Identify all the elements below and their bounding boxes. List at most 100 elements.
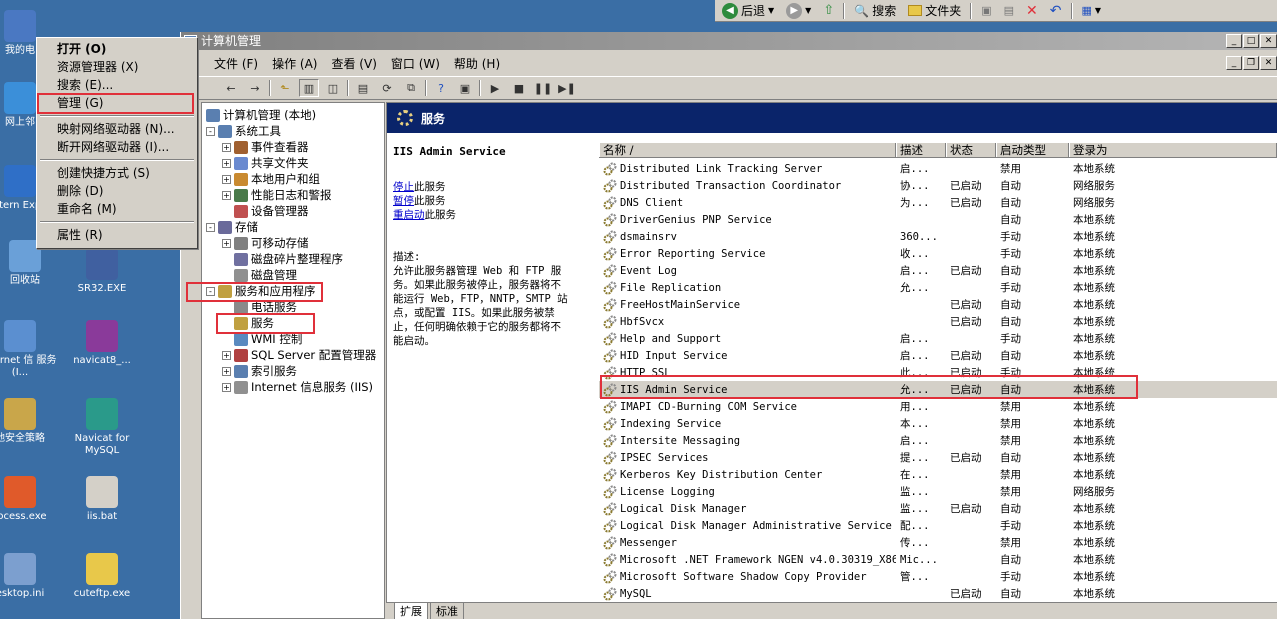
table-row[interactable]: DNS Client 为... 已启动 自动 网络服务 — [599, 194, 1277, 211]
context-menu-item[interactable]: 属性 (R) — [39, 226, 195, 244]
back-button[interactable]: ← — [221, 79, 241, 97]
table-row[interactable]: File Replication 允... 手动 本地系统 — [599, 279, 1277, 296]
table-row[interactable]: Intersite Messaging 启... 禁用 本地系统 — [599, 432, 1277, 449]
table-row[interactable]: Event Log 启... 已启动 自动 本地系统 — [599, 262, 1277, 279]
desktop-icon[interactable]: SR32.EXE — [62, 248, 142, 295]
expand-icon[interactable]: + — [222, 142, 231, 152]
table-row[interactable]: HID Input Service 启... 已启动 自动 本地系统 — [599, 347, 1277, 364]
views-button[interactable]: ▦ ▼ — [1079, 2, 1105, 20]
table-row[interactable]: HbfSvcx 已启动 自动 本地系统 — [599, 313, 1277, 330]
table-row[interactable]: Distributed Link Tracking Server 启... 禁用 本地… — [599, 160, 1277, 177]
tree-node[interactable]: - 存储 — [206, 219, 258, 235]
copy-to-button[interactable]: ▤ — [1001, 2, 1017, 20]
context-menu-item[interactable]: 搜索 (E)... — [39, 76, 195, 94]
desktop-icon[interactable]: esktop.ini — [0, 553, 60, 600]
table-row[interactable]: DriverGenius PNP Service 自动 本地系统 — [599, 211, 1277, 228]
expand-icon[interactable]: + — [222, 174, 231, 184]
help-button[interactable]: ? — [431, 79, 451, 97]
properties-button[interactable]: ◫ — [323, 79, 343, 97]
expand-icon[interactable]: + — [222, 382, 231, 392]
child-close-button[interactable]: ✕ — [1260, 56, 1277, 70]
forward-button[interactable]: → — [245, 79, 265, 97]
context-menu-item[interactable]: 映射网络驱动器 (N)... — [39, 120, 195, 138]
minimize-button[interactable]: _ — [1226, 34, 1242, 48]
context-menu-item[interactable]: 重命名 (M) — [39, 200, 195, 218]
tree-node[interactable]: + 索引服务 — [222, 363, 297, 379]
close-button[interactable]: ✕ — [1260, 34, 1277, 48]
table-row[interactable]: Indexing Service 本... 禁用 本地系统 — [599, 415, 1277, 432]
pause-service-link[interactable]: 暂停 — [393, 195, 414, 207]
folders-button[interactable]: 文件夹 — [905, 2, 964, 20]
child-restore-button[interactable]: ❐ — [1243, 56, 1259, 70]
context-menu-item[interactable]: 打开 (O) — [39, 40, 195, 58]
desktop-icon[interactable]: cuteftp.exe — [62, 553, 142, 600]
move-to-button[interactable]: ▣ — [978, 2, 994, 20]
start-service-button[interactable]: ▶ — [485, 79, 505, 97]
expand-icon[interactable]: + — [222, 190, 231, 200]
menu-window[interactable]: 窗口 (W) — [384, 55, 447, 72]
tree-node[interactable]: + 共享文件夹 — [222, 155, 309, 171]
back-button[interactable]: ◀ 后退 ▼ — [719, 2, 777, 20]
menu-file[interactable]: 文件 (F) — [207, 55, 265, 72]
forward-button[interactable]: ▶ ▼ — [783, 2, 814, 20]
desktop-icon[interactable]: nternet 信 服务 (I... — [0, 320, 60, 379]
column-name[interactable]: 名称 / — [599, 143, 896, 157]
menu-help[interactable]: 帮助 (H) — [447, 55, 507, 72]
pause-service-button[interactable]: ❚❚ — [533, 79, 553, 97]
desktop-icon[interactable]: 地安全策略 — [0, 398, 60, 445]
tree-node[interactable]: 磁盘管理 — [222, 267, 297, 283]
tab-standard[interactable]: 标准 — [430, 602, 464, 619]
table-row[interactable]: Error Reporting Service 收... 手动 本地系统 — [599, 245, 1277, 262]
desktop-icon[interactable]: iis.bat — [62, 476, 142, 523]
context-menu-item[interactable]: 资源管理器 (X) — [39, 58, 195, 76]
expand-icon[interactable]: + — [222, 238, 231, 248]
up-level-button[interactable]: ⬑ — [275, 79, 295, 97]
desktop-icon[interactable]: Navicat for MySQL — [62, 398, 142, 457]
export-list-button[interactable]: ▤ — [353, 79, 373, 97]
tree-root[interactable]: 计算机管理 (本地) — [206, 107, 316, 123]
desktop-icon[interactable]: rocess.exe — [0, 476, 60, 523]
maximize-button[interactable]: □ — [1243, 34, 1259, 48]
table-row[interactable]: Logical Disk Manager 监... 已启动 自动 本地系统 — [599, 500, 1277, 517]
expand-icon[interactable]: + — [222, 350, 231, 360]
restart-service-link[interactable]: 重启动 — [393, 209, 425, 221]
table-row[interactable]: Microsoft .NET Framework NGEN v4.0.30319… — [599, 551, 1277, 568]
menu-view[interactable]: 查看 (V) — [324, 55, 383, 72]
show-hide-tree-button[interactable]: ▥ — [299, 79, 319, 97]
table-row[interactable]: FreeHostMainService 已启动 自动 本地系统 — [599, 296, 1277, 313]
table-row[interactable]: dsmainsrv 360... 手动 本地系统 — [599, 228, 1277, 245]
expand-icon[interactable]: + — [222, 158, 231, 168]
tree-node[interactable]: + SQL Server 配置管理器 — [222, 347, 376, 363]
table-row[interactable]: Microsoft Software Shadow Copy Provider 管… — [599, 568, 1277, 585]
tree-node[interactable]: + 本地用户和组 — [222, 171, 320, 187]
child-minimize-button[interactable]: _ — [1226, 56, 1242, 70]
show-description-button[interactable]: ▣ — [455, 79, 475, 97]
table-row[interactable]: Help and Support 启... 手动 本地系统 — [599, 330, 1277, 347]
context-menu-item[interactable]: 创建快捷方式 (S) — [39, 164, 195, 182]
tree-node[interactable]: 磁盘碎片整理程序 — [222, 251, 343, 267]
tree-node[interactable]: + 可移动存储 — [222, 235, 309, 251]
table-row[interactable]: License Logging 监... 禁用 网络服务 — [599, 483, 1277, 500]
desktop-icon[interactable]: navicat8_... — [62, 320, 142, 367]
window-titlebar[interactable]: 计算机管理 _ □ ✕ — [181, 32, 1277, 50]
table-row[interactable]: Logical Disk Manager Administrative Serv… — [599, 517, 1277, 534]
tree-node[interactable]: - 系统工具 — [206, 123, 281, 139]
tree-node[interactable]: + 性能日志和警报 — [222, 187, 332, 203]
table-row[interactable]: Messenger 传... 禁用 本地系统 — [599, 534, 1277, 551]
stop-service-link[interactable]: 停止 — [393, 181, 414, 193]
expand-icon[interactable]: + — [222, 366, 231, 376]
table-row[interactable]: Distributed Transaction Coordinator 协... 已… — [599, 177, 1277, 194]
stop-service-button[interactable]: ■ — [509, 79, 529, 97]
delete-button[interactable]: ✕ — [1023, 2, 1041, 20]
column-startup-type[interactable]: 启动类型 — [996, 143, 1069, 157]
table-row[interactable]: MySQL 已启动 自动 本地系统 — [599, 585, 1277, 602]
table-row[interactable]: IPSEC Services 提... 已启动 自动 本地系统 — [599, 449, 1277, 466]
restart-service-button[interactable]: ▶❚ — [557, 79, 577, 97]
tab-extended[interactable]: 扩展 — [394, 602, 428, 619]
column-description[interactable]: 描述 — [896, 143, 946, 157]
column-status[interactable]: 状态 — [946, 143, 996, 157]
search-button[interactable]: 🔍 搜索 — [851, 2, 899, 20]
tree-node[interactable]: + 事件查看器 — [222, 139, 309, 155]
column-log-on-as[interactable]: 登录为 — [1069, 143, 1277, 157]
table-row[interactable]: IMAPI CD-Burning COM Service 用... 禁用 本地系统 — [599, 398, 1277, 415]
